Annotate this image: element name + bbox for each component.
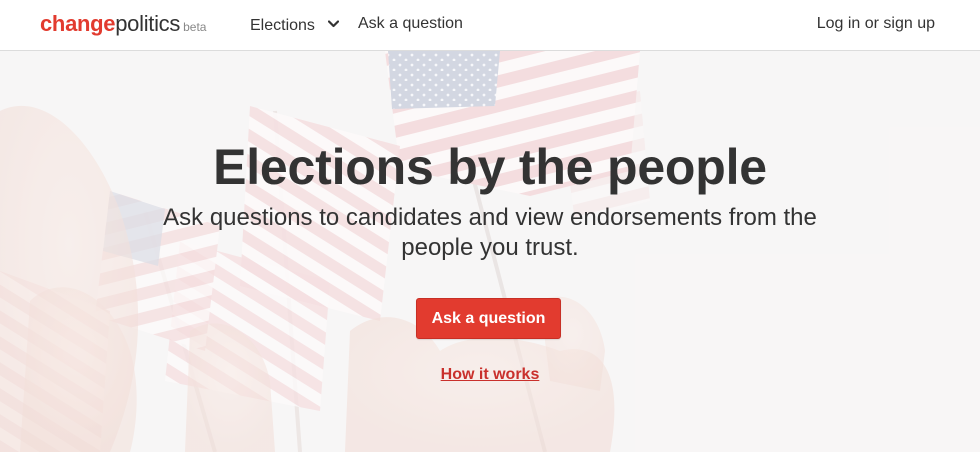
nav-elections-dropdown[interactable]: Elections (250, 15, 340, 35)
how-it-works-link[interactable]: How it works (0, 366, 980, 384)
ask-question-button[interactable]: Ask a question (416, 298, 561, 339)
hero-title: Elections by the people (213, 139, 767, 195)
nav-ask-question-link[interactable]: Ask a question (358, 15, 463, 33)
top-navbar: changepolitics beta Elections Ask a quest… (0, 0, 980, 51)
login-signup-link[interactable]: Log in or sign up (817, 15, 935, 33)
hero-section: Elections by the people Ask questions to… (0, 51, 980, 452)
chevron-down-icon (328, 15, 340, 33)
logo-politics-text: politics (115, 11, 181, 36)
beta-badge: beta (183, 20, 207, 34)
hero-subtitle: Ask questions to candidates and view end… (163, 204, 817, 261)
logo-change-text: change (40, 11, 116, 36)
nav-elections-label: Elections (250, 17, 315, 34)
site-logo[interactable]: changepolitics beta (40, 11, 206, 37)
